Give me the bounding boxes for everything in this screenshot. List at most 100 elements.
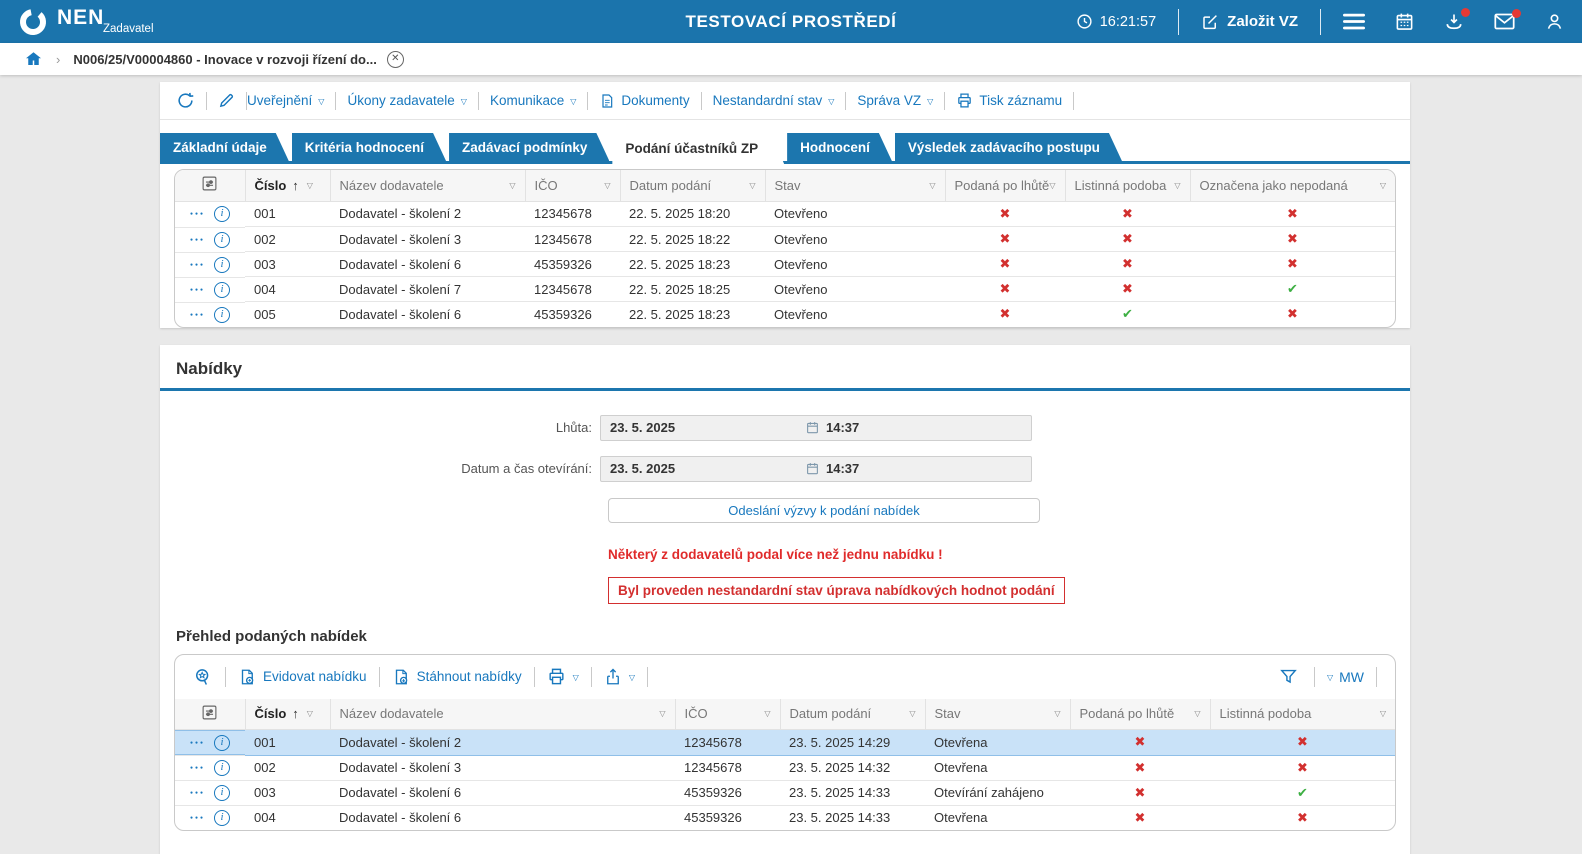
deadline-input[interactable]: 23. 5. 2025 14:37 xyxy=(600,415,1032,441)
filter-icon[interactable]: ▽ xyxy=(1194,709,1200,718)
column-header-datum-pod-n[interactable]: Datum podání▽ xyxy=(620,170,765,201)
filter-icon[interactable]: ▽ xyxy=(307,181,313,190)
register-offer-button[interactable]: Evidovat nabídku xyxy=(228,668,377,686)
row-menu-icon[interactable]: ●●● xyxy=(190,211,205,217)
table-row[interactable]: ●●●i003Dodavatel - školení 64535932622. … xyxy=(175,252,1395,277)
tab-zad-vac-podm-nky[interactable]: Zadávací podmínky xyxy=(449,133,609,161)
cross-icon: ✖ xyxy=(1000,231,1011,246)
toolbar-item-nestandardn-stav[interactable]: Nestandardní stav▽ xyxy=(702,93,846,108)
table-row[interactable]: ●●●i001Dodavatel - školení 21234567823. … xyxy=(175,730,1395,756)
toolbar-item-dokumenty[interactable]: Dokumenty xyxy=(588,93,700,109)
column-header-i-o[interactable]: IČO▽ xyxy=(525,170,620,201)
opening-input[interactable]: 23. 5. 2025 14:37 xyxy=(600,456,1032,482)
toolbar-item-kony-zadavatele[interactable]: Úkony zadavatele▽ xyxy=(336,93,477,108)
column-header-slo[interactable]: Číslo↑▽ xyxy=(245,699,330,730)
opening-time-value[interactable]: 14:37 xyxy=(826,461,859,476)
close-record-icon[interactable]: ✕ xyxy=(387,51,404,68)
info-icon[interactable]: i xyxy=(214,307,230,323)
filter-icon[interactable]: ▽ xyxy=(1054,709,1060,718)
chevron-down-icon: ▽ xyxy=(828,97,834,106)
row-menu-icon[interactable]: ●●● xyxy=(190,312,205,318)
toolbar-item-spr-va-vz[interactable]: Správa VZ▽ xyxy=(846,93,944,108)
filter-icon[interactable]: ▽ xyxy=(307,709,313,718)
send-invitation-button[interactable]: Odeslání výzvy k podání nabídek xyxy=(608,498,1040,523)
row-menu-icon[interactable]: ●●● xyxy=(190,790,205,796)
column-header-listinn-podoba[interactable]: Listinná podoba▽ xyxy=(1065,170,1190,201)
filter-icon[interactable]: ▽ xyxy=(909,709,915,718)
table-row[interactable]: ●●●i001Dodavatel - školení 21234567822. … xyxy=(175,201,1395,227)
filter-icon[interactable]: ▽ xyxy=(659,709,665,718)
info-icon[interactable]: i xyxy=(214,785,230,801)
mw-view-button[interactable]: ▽ MW xyxy=(1327,669,1364,685)
deadline-time-value[interactable]: 14:37 xyxy=(826,420,859,435)
create-vz-button[interactable]: Založit VZ xyxy=(1201,13,1298,31)
table-row[interactable]: ●●●i003Dodavatel - školení 64535932623. … xyxy=(175,780,1395,805)
column-header-podan-po-lh-t[interactable]: Podaná po lhůtě▽ xyxy=(945,170,1065,201)
calendar-icon[interactable] xyxy=(1395,12,1414,31)
column-header-slo[interactable]: Číslo↑▽ xyxy=(245,170,330,201)
filter-icon[interactable]: ▽ xyxy=(764,709,770,718)
filter-funnel-icon[interactable] xyxy=(1275,667,1302,686)
table-row[interactable]: ●●●i002Dodavatel - školení 31234567823. … xyxy=(175,755,1395,780)
row-menu-icon[interactable]: ●●● xyxy=(190,740,205,746)
edit-record-icon[interactable] xyxy=(207,92,246,109)
tab-v-sledek-zad-vac-ho-postupu[interactable]: Výsledek zadávacího postupu xyxy=(895,133,1122,161)
home-icon[interactable] xyxy=(24,50,43,68)
downloads-icon[interactable] xyxy=(1444,12,1464,32)
row-menu-icon[interactable]: ●●● xyxy=(190,765,205,771)
column-header-n-zev-dodavatele[interactable]: Název dodavatele▽ xyxy=(330,699,675,730)
filter-icon[interactable]: ▽ xyxy=(1380,709,1386,718)
toolbar-item-komunikace[interactable]: Komunikace▽ xyxy=(479,93,587,108)
tab-pod-n-astn-k-zp[interactable]: Podání účastníků ZP xyxy=(612,133,784,164)
refresh-icon[interactable] xyxy=(176,91,206,110)
messages-icon[interactable] xyxy=(1494,13,1515,30)
download-offers-button[interactable]: Stáhnout nabídky xyxy=(382,668,532,686)
column-header-stav[interactable]: Stav▽ xyxy=(925,699,1070,730)
filter-icon[interactable]: ▽ xyxy=(1380,181,1386,190)
column-header-listinn-podoba[interactable]: Listinná podoba▽ xyxy=(1210,699,1395,730)
column-chooser[interactable] xyxy=(175,699,245,730)
filter-icon[interactable]: ▽ xyxy=(749,181,755,190)
toolbar-item-uve-ejn-n[interactable]: Uveřejnění▽ xyxy=(247,93,335,108)
table-row[interactable]: ●●●i005Dodavatel - školení 64535932622. … xyxy=(175,302,1395,327)
info-icon[interactable]: i xyxy=(214,232,230,248)
filter-icon[interactable]: ▽ xyxy=(509,181,515,190)
toolbar-item-tisk-z-znamu[interactable]: Tisk záznamu xyxy=(945,92,1073,109)
row-menu-icon[interactable]: ●●● xyxy=(190,262,205,268)
print-offers-button[interactable]: ▽ xyxy=(537,667,589,686)
column-header-n-zev-dodavatele[interactable]: Název dodavatele▽ xyxy=(330,170,525,201)
filter-icon[interactable]: ▽ xyxy=(929,181,935,190)
user-profile-icon[interactable] xyxy=(1545,12,1564,31)
app-logo[interactable]: NEN Zadavatel xyxy=(18,7,154,37)
info-icon[interactable]: i xyxy=(214,810,230,826)
opening-date-value[interactable]: 23. 5. 2025 xyxy=(601,461,806,476)
row-menu-icon[interactable]: ●●● xyxy=(190,237,205,243)
menu-icon[interactable] xyxy=(1343,13,1365,31)
search-participant-icon[interactable] xyxy=(191,667,223,687)
row-menu-icon[interactable]: ●●● xyxy=(190,287,205,293)
row-menu-icon[interactable]: ●●● xyxy=(190,815,205,821)
tab-hodnocen[interactable]: Hodnocení xyxy=(787,133,892,161)
info-icon[interactable]: i xyxy=(214,735,230,751)
tab-krit-ria-hodnocen[interactable]: Kritéria hodnocení xyxy=(292,133,446,161)
export-offers-button[interactable]: ▽ xyxy=(594,668,645,686)
filter-icon[interactable]: ▽ xyxy=(1049,181,1055,190)
table-row[interactable]: ●●●i004Dodavatel - školení 71234567822. … xyxy=(175,277,1395,302)
column-header-i-o[interactable]: IČO▽ xyxy=(675,699,780,730)
table-row[interactable]: ●●●i004Dodavatel - školení 64535932623. … xyxy=(175,805,1395,830)
info-icon[interactable]: i xyxy=(214,257,230,273)
tab-z-kladn-daje[interactable]: Základní údaje xyxy=(160,133,289,161)
info-icon[interactable]: i xyxy=(214,282,230,298)
column-header-podan-po-lh-t[interactable]: Podaná po lhůtě▽ xyxy=(1070,699,1210,730)
info-icon[interactable]: i xyxy=(214,206,230,222)
deadline-date-value[interactable]: 23. 5. 2025 xyxy=(601,420,806,435)
column-header-ozna-ena-jako-nepodan[interactable]: Označena jako nepodaná▽ xyxy=(1190,170,1395,201)
table-row[interactable]: ●●●i002Dodavatel - školení 31234567822. … xyxy=(175,227,1395,252)
column-chooser[interactable] xyxy=(175,170,245,201)
filter-icon[interactable]: ▽ xyxy=(1174,181,1180,190)
filter-icon[interactable]: ▽ xyxy=(604,181,610,190)
column-header-datum-pod-n[interactable]: Datum podání▽ xyxy=(780,699,925,730)
breadcrumb-item[interactable]: N006/25/V00004860 - Inovace v rozvoji ří… xyxy=(73,52,376,67)
column-header-stav[interactable]: Stav▽ xyxy=(765,170,945,201)
info-icon[interactable]: i xyxy=(214,760,230,776)
